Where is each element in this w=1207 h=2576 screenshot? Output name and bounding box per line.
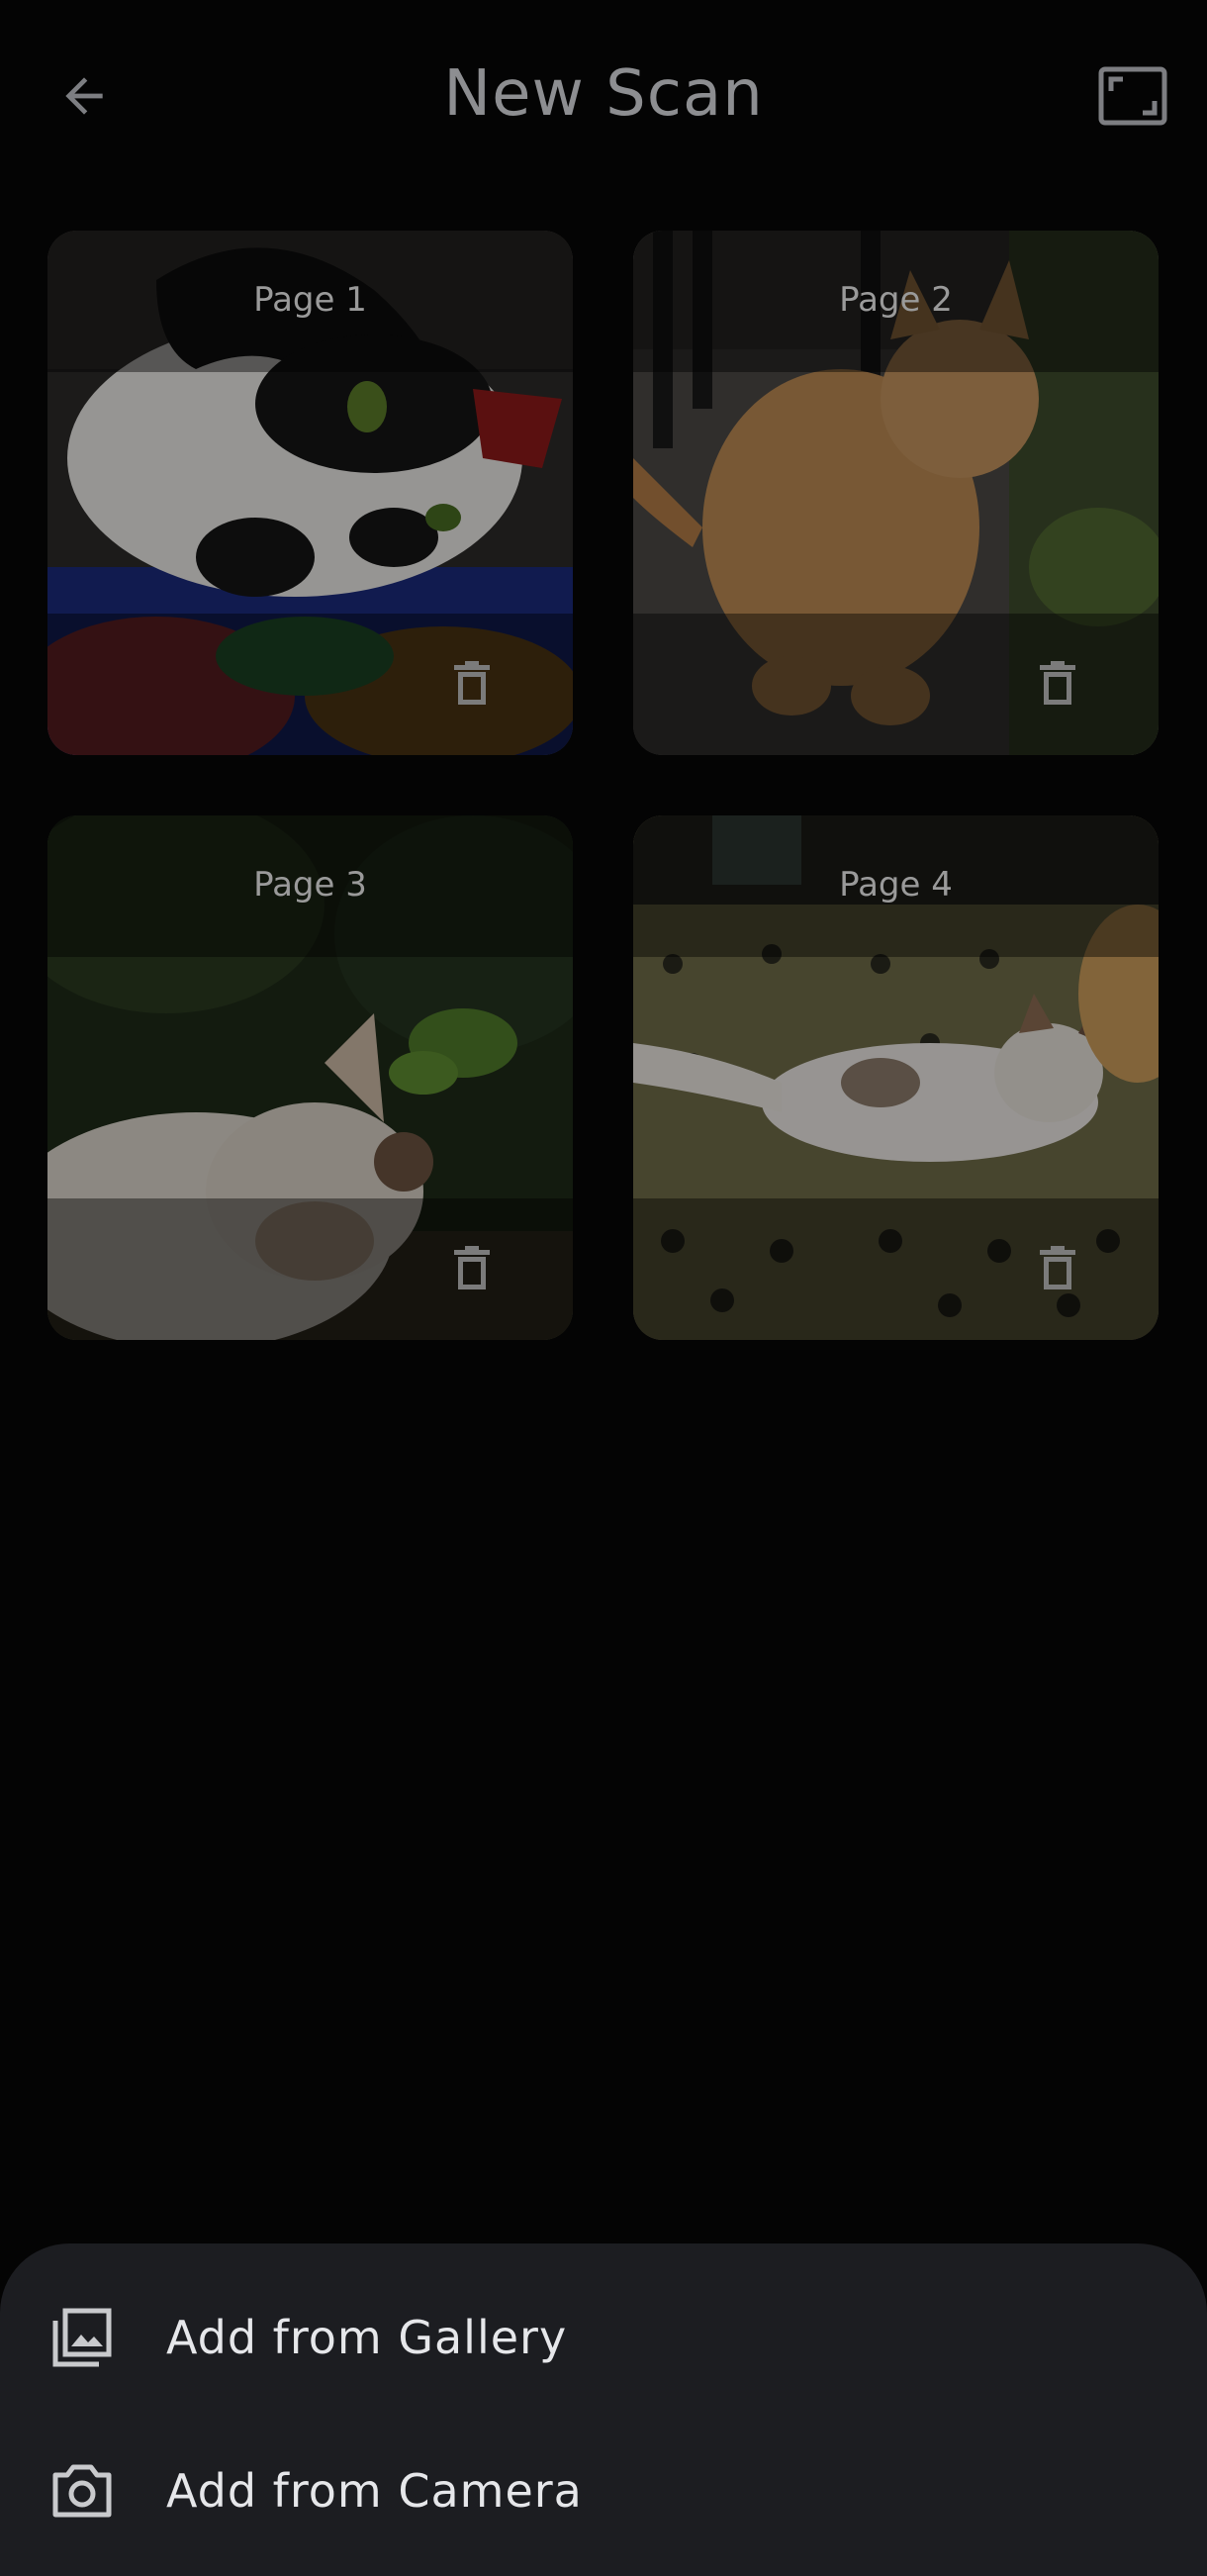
trash-icon — [454, 1246, 490, 1289]
delete-page-button[interactable] — [442, 1239, 502, 1298]
app-bar: New Scan — [0, 0, 1207, 198]
screen: New Scan Page 1 Page 2 Page 3 Page 4 Add… — [0, 0, 1207, 2576]
page-label: Page 2 — [839, 280, 953, 320]
trash-icon — [1040, 1246, 1075, 1289]
page-label: Page 1 — [253, 280, 367, 320]
page-card[interactable]: Page 4 — [633, 815, 1159, 1340]
camera-icon — [49, 2458, 115, 2524]
page-label: Page 4 — [839, 865, 953, 905]
delete-page-button[interactable] — [442, 654, 502, 714]
page-card[interactable]: Page 3 — [47, 815, 573, 1340]
page-card[interactable]: Page 1 — [47, 231, 573, 755]
trash-icon — [454, 661, 490, 705]
crop-button[interactable] — [1088, 51, 1177, 141]
camera-option-label: Add from Camera — [166, 2464, 583, 2518]
page-title: New Scan — [443, 57, 764, 131]
add-page-bottom-sheet: Add from Gallery Add from Camera — [0, 2243, 1207, 2576]
add-from-camera-option[interactable]: Add from Camera — [0, 2417, 1207, 2565]
page-card[interactable]: Page 2 — [633, 231, 1159, 755]
delete-page-button[interactable] — [1028, 654, 1087, 714]
add-from-gallery-option[interactable]: Add from Gallery — [0, 2263, 1207, 2412]
crop-free-icon — [1098, 66, 1167, 126]
page-grid: Page 1 Page 2 Page 3 Page 4 — [47, 231, 1160, 1340]
photo-library-icon — [49, 2305, 115, 2370]
gallery-option-label: Add from Gallery — [166, 2311, 568, 2364]
page-label: Page 3 — [253, 865, 367, 905]
trash-icon — [1040, 661, 1075, 705]
delete-page-button[interactable] — [1028, 1239, 1087, 1298]
